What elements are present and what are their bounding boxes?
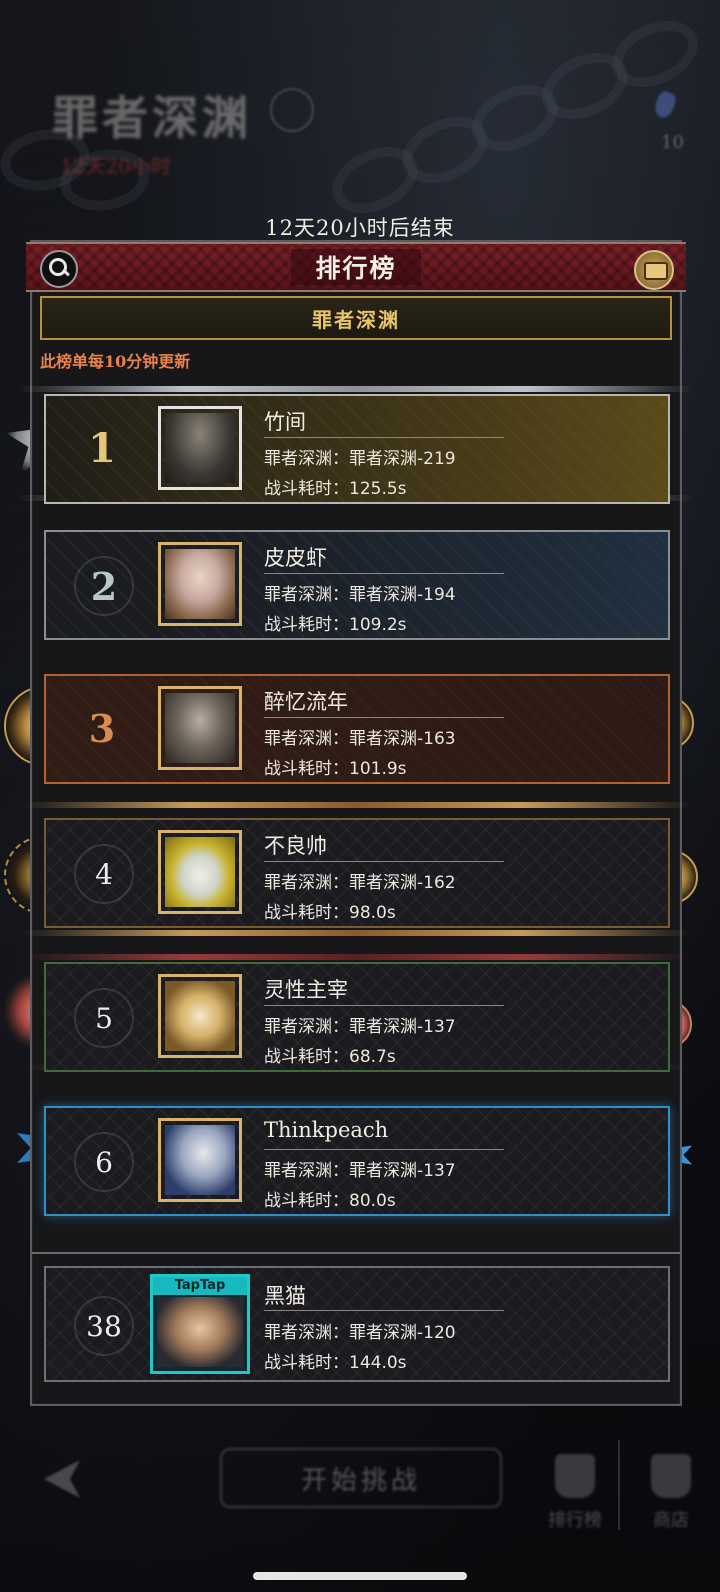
divider (264, 573, 504, 574)
avatar (158, 1118, 242, 1202)
abyss-level: 罪者深渊：罪者深渊-137 (264, 1017, 456, 1037)
avatar (158, 542, 242, 626)
nav-leaderboard[interactable]: 排行榜 (540, 1440, 610, 1532)
nav-shop[interactable]: 商店 (636, 1440, 706, 1532)
player-name: 不良帅 (264, 834, 327, 858)
leaderboard-panel: 排行榜 罪者深渊 此榜单每10分钟更新 1 竹间 罪者深渊：罪者深渊-219 战… (18, 240, 694, 1406)
ranking-row-5[interactable]: 5 灵性主宰 罪者深渊：罪者深渊-137 战斗耗时：68.7s (44, 962, 670, 1072)
avatar-image (165, 837, 235, 907)
avatar (158, 686, 242, 770)
battle-time: 战斗耗时：125.5s (264, 479, 407, 499)
abyss-level: 罪者深渊：罪者深渊-162 (264, 873, 456, 893)
divider (264, 717, 504, 718)
home-indicator[interactable] (253, 1572, 467, 1580)
rank-number: 38 (74, 1296, 134, 1356)
start-challenge-button[interactable]: 开始挑战 (220, 1448, 502, 1508)
divider (264, 1310, 504, 1311)
abyss-level: 罪者深渊：罪者深渊-219 (264, 449, 456, 469)
avatar: TapTap (150, 1274, 250, 1374)
avatar-image (165, 981, 235, 1051)
ranking-row-4[interactable]: 4 不良帅 罪者深渊：罪者深渊-162 战斗耗时：98.0s (44, 818, 670, 928)
divider (264, 1005, 504, 1006)
search-icon (270, 88, 314, 132)
divider (264, 437, 504, 438)
rank1-silver-band (18, 386, 694, 392)
player-name: 醉忆流年 (264, 690, 348, 714)
player-name: 灵性主宰 (264, 978, 348, 1002)
gem-count: 10 (661, 132, 684, 153)
avatar-image (157, 1297, 243, 1367)
trophy-icon (555, 1454, 595, 1498)
rank4-gold-band (22, 802, 690, 808)
rank-number: 6 (74, 1132, 134, 1192)
avatar-image (165, 1125, 235, 1195)
avatar-image (165, 413, 235, 483)
abyss-level: 罪者深渊：罪者深渊-194 (264, 585, 456, 605)
avatar (158, 974, 242, 1058)
back-arrow-icon[interactable] (40, 1456, 86, 1502)
player-name: 皮皮虾 (264, 546, 327, 570)
player-name: 黑猫 (264, 1284, 306, 1308)
update-notice: 此榜单每10分钟更新 (40, 352, 191, 371)
battle-time: 战斗耗时：101.9s (264, 759, 407, 779)
gem-icon (652, 89, 678, 121)
ranking-row-3[interactable]: 3 醉忆流年 罪者深渊：罪者深渊-163 战斗耗时：101.9s (44, 674, 670, 784)
taptap-badge: TapTap (153, 1277, 247, 1295)
panel-header: 排行榜 (26, 242, 686, 292)
rank-number: 3 (88, 705, 116, 751)
tab-abyss[interactable]: 罪者深渊 (40, 296, 672, 340)
ranking-row-1[interactable]: 1 竹间 罪者深渊：罪者深渊-219 战斗耗时：125.5s (44, 394, 670, 504)
abyss-level: 罪者深渊：罪者深渊-120 (264, 1323, 456, 1343)
event-countdown: 12天20小时后结束 (265, 216, 455, 240)
ranking-row-2[interactable]: 2 皮皮虾 罪者深渊：罪者深渊-194 战斗耗时：109.2s (44, 530, 670, 640)
rank5-red-band (22, 954, 690, 960)
battle-time: 战斗耗时：144.0s (264, 1353, 407, 1373)
battle-time: 战斗耗时：98.0s (264, 903, 396, 923)
reward-chest-icon[interactable] (634, 250, 674, 290)
panel-title: 排行榜 (291, 249, 421, 285)
player-name: Thinkpeach (264, 1118, 389, 1142)
battle-time: 战斗耗时：68.7s (264, 1047, 396, 1067)
rank-number: 5 (74, 988, 134, 1048)
shop-bag-icon (651, 1454, 691, 1498)
search-icon[interactable] (40, 250, 78, 288)
self-row-divider (32, 1252, 680, 1254)
rank-number: 1 (88, 424, 116, 472)
nav-separator (618, 1440, 620, 1530)
abyss-level: 罪者深渊：罪者深渊-163 (264, 729, 456, 749)
avatar-image (165, 693, 235, 763)
rank-number: 2 (74, 556, 134, 616)
nav-shop-label: 商店 (653, 1510, 689, 1531)
divider (264, 861, 504, 862)
battle-time: 战斗耗时：109.2s (264, 615, 407, 635)
divider (264, 1149, 504, 1150)
event-timer-bg: 12天20小时 (60, 154, 171, 178)
avatar-image (165, 549, 235, 619)
rank4-gold-band (22, 930, 690, 936)
nav-leaderboard-label: 排行榜 (548, 1510, 602, 1531)
my-ranking-row[interactable]: 38 TapTap 黑猫 罪者深渊：罪者深渊-120 战斗耗时：144.0s (44, 1266, 670, 1382)
event-title-bg: 罪者深渊 (52, 91, 252, 145)
player-name: 竹间 (264, 410, 306, 434)
battle-time: 战斗耗时：80.0s (264, 1191, 396, 1211)
abyss-level: 罪者深渊：罪者深渊-137 (264, 1161, 456, 1181)
ranking-row-6[interactable]: 6 Thinkpeach 罪者深渊：罪者深渊-137 战斗耗时：80.0s (44, 1106, 670, 1216)
avatar (158, 406, 242, 490)
avatar (158, 830, 242, 914)
rank-number: 4 (74, 844, 134, 904)
